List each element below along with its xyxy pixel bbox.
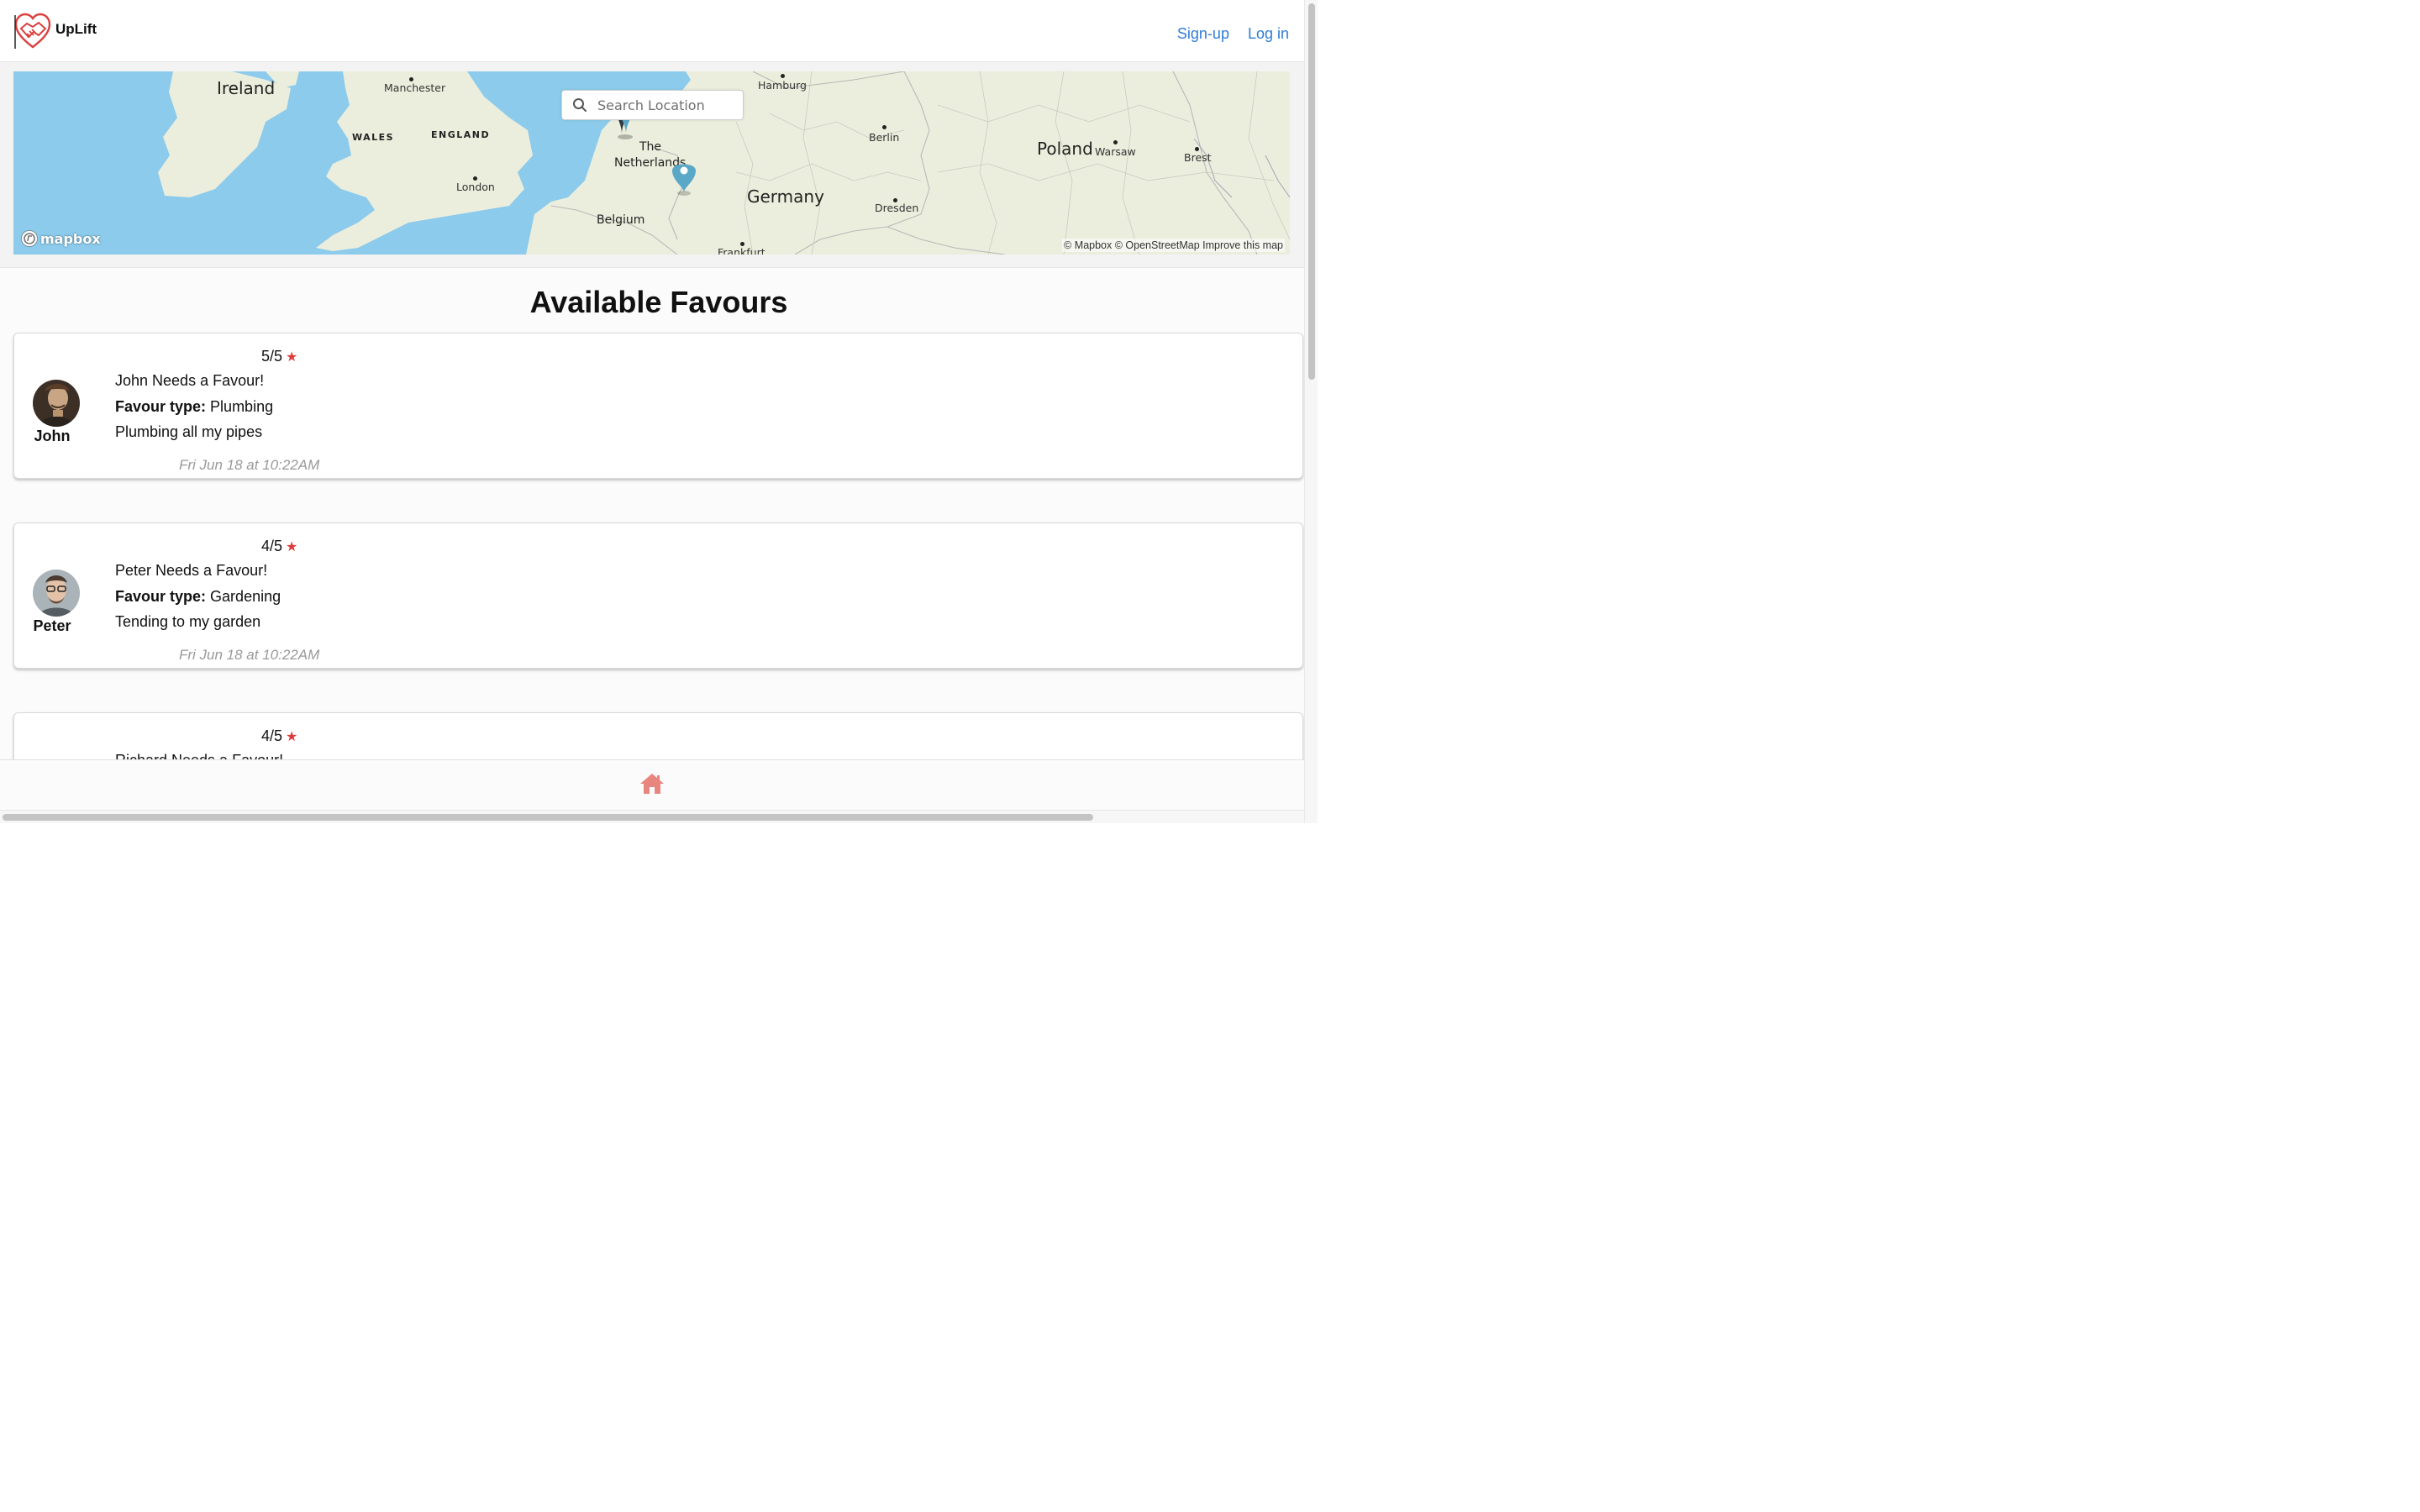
horizontal-scrollbar[interactable]	[0, 810, 1304, 823]
favour-card[interactable]: Peter 4/5 ★ Peter Needs a Favour! Favour …	[13, 522, 1303, 669]
favour-headline: Peter Needs a Favour!	[115, 562, 268, 579]
map-attribution[interactable]: © Mapbox © OpenStreetMap Improve this ma…	[1062, 239, 1285, 252]
map-label-frankfurt: Frankfurt	[718, 246, 765, 255]
user-name: John	[34, 428, 71, 444]
map-label-hamburg: Hamburg	[758, 79, 807, 92]
user-rating: 4/5 ★	[261, 727, 297, 745]
app-name: UpLift	[55, 21, 97, 37]
favour-date: Fri Jun 18 at 10:22AM	[179, 457, 320, 473]
map-label-germany: Germany	[747, 186, 824, 207]
favour-type-value: Gardening	[210, 588, 281, 605]
favour-type-label: Favour type:	[115, 398, 207, 415]
favours-section: Available Favours John 5/5 ★ John Needs a…	[0, 268, 1304, 759]
search-location-input[interactable]	[597, 97, 732, 113]
avatar	[33, 380, 80, 427]
map-label-england: ENGLAND	[431, 129, 491, 140]
vertical-scrollbar[interactable]	[1304, 0, 1318, 823]
favour-type-value: Plumbing	[210, 398, 274, 415]
horizontal-scrollbar-thumb[interactable]	[3, 814, 1093, 821]
map-label-poland: Poland	[1037, 139, 1093, 159]
rating-value: 4/5	[261, 727, 283, 744]
rating-value: 4/5	[261, 538, 283, 554]
map-label-london: London	[456, 181, 495, 193]
top-header: UpLift Sign-up Log in	[0, 0, 1304, 62]
map-label-manchester: Manchester	[384, 81, 446, 94]
map-label-wales: WALES	[352, 132, 395, 143]
city-dot	[1113, 140, 1118, 144]
favour-card[interactable]: 4/5★ Richard Needs a Favour!	[13, 712, 1303, 759]
favour-date: Fri Jun 18 at 10:22AM	[179, 647, 320, 663]
location-search[interactable]	[561, 90, 744, 120]
vertical-scrollbar-thumb[interactable]	[1308, 3, 1315, 380]
user-rating: 4/5 ★	[261, 538, 297, 555]
map-label-ireland: Ireland	[217, 78, 276, 98]
favour-description: Plumbing all my pipes	[115, 423, 263, 440]
map-marker[interactable]	[671, 157, 697, 197]
favour-card[interactable]: John 5/5 ★ John Needs a Favour! Favour ty…	[13, 333, 1303, 479]
favour-description: Tending to my garden	[115, 613, 261, 630]
favour-type: Favour type: Gardening	[115, 588, 281, 606]
handshake-heart-icon	[14, 13, 51, 49]
star-icon: ★	[286, 540, 298, 554]
bottom-nav	[0, 759, 1304, 810]
auth-nav: Sign-up Log in	[1177, 25, 1289, 43]
user-name: Peter	[33, 617, 71, 634]
map-label-brest: Brest	[1184, 151, 1212, 164]
favour-headline: John Needs a Favour!	[115, 372, 265, 389]
user-photo	[33, 570, 80, 617]
favour-headline: Richard Needs a Favour!	[115, 752, 283, 759]
city-dot	[781, 74, 785, 78]
mapbox-logo[interactable]: mapbox	[20, 229, 101, 248]
location-map[interactable]: Ireland Manchester WALES ENGLAND London …	[13, 71, 1290, 255]
app-logo[interactable]: UpLift	[13, 12, 97, 50]
login-link[interactable]: Log in	[1248, 25, 1289, 43]
favour-type: Favour type: Plumbing	[115, 398, 273, 416]
map-label-dresden: Dresden	[875, 202, 919, 214]
mapbox-wordmark: mapbox	[40, 230, 101, 247]
star-icon: ★	[286, 350, 298, 365]
user-photo	[33, 380, 80, 427]
map-label-berlin: Berlin	[869, 131, 900, 144]
rating-value: 5/5	[261, 348, 283, 365]
search-icon	[573, 98, 587, 112]
map-section: Ireland Manchester WALES ENGLAND London …	[0, 62, 1304, 268]
favour-type-label: Favour type:	[115, 588, 207, 605]
home-button[interactable]	[639, 772, 666, 800]
signup-link[interactable]: Sign-up	[1177, 25, 1229, 43]
page-title: Available Favours	[529, 285, 788, 319]
page-root: UpLift Sign-up Log in Ireland Manchester…	[0, 0, 1318, 823]
map-label-belgium: Belgium	[597, 213, 645, 227]
star-icon: ★	[286, 730, 298, 744]
home-icon	[640, 774, 664, 794]
city-dot	[882, 125, 886, 129]
map-label-warsaw: Warsaw	[1095, 145, 1136, 158]
avatar	[33, 570, 80, 617]
mapbox-icon	[21, 230, 38, 247]
user-rating: 5/5 ★	[261, 348, 297, 365]
map-label-the: The	[639, 140, 662, 154]
